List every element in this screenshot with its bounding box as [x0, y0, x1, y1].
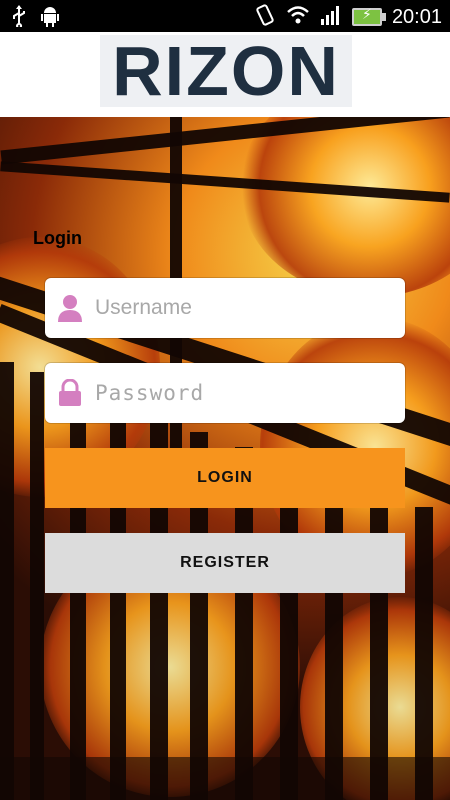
logo-text: RIZON — [112, 32, 340, 110]
android-debug-icon — [40, 5, 60, 31]
signal-icon — [320, 5, 342, 29]
logo: RIZON — [100, 35, 352, 107]
login-heading: Login — [33, 228, 82, 248]
register-button[interactable]: REGISTER — [45, 533, 405, 593]
battery-charging-icon: ⚡ — [351, 7, 386, 26]
password-input[interactable] — [95, 373, 385, 413]
login-button[interactable]: LOGIN — [45, 448, 405, 508]
status-bar-right: ⚡ 20:01 — [254, 4, 442, 30]
status-time: 20:01 — [391, 5, 442, 28]
vibrate-icon — [254, 4, 276, 30]
usb-icon — [10, 5, 28, 31]
status-bar-left — [10, 5, 60, 31]
user-icon — [45, 294, 95, 322]
lock-icon — [45, 379, 95, 407]
password-field[interactable] — [45, 363, 405, 423]
wifi-icon — [286, 5, 310, 29]
username-input[interactable] — [95, 288, 385, 328]
username-field[interactable] — [45, 278, 405, 338]
app-header: RIZON — [0, 32, 450, 117]
status-bar: ⚡ 20:01 — [0, 0, 450, 32]
